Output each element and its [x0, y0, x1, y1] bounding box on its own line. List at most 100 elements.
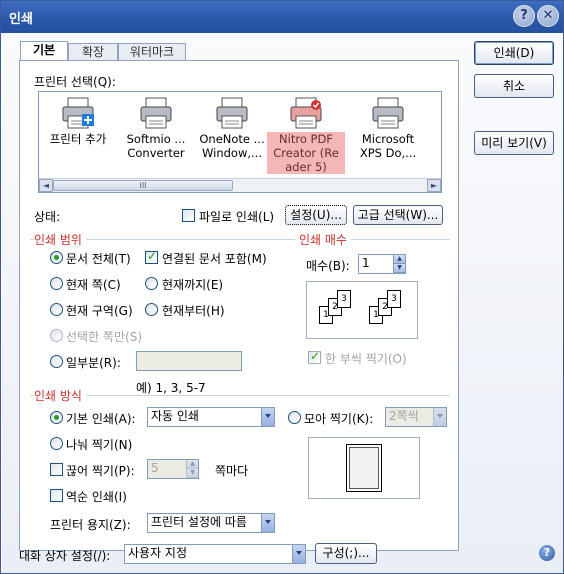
printer-name-line: ader 5): [267, 160, 345, 174]
copies-input[interactable]: 1 ▲ ▼: [358, 254, 406, 274]
collate-page: 3: [337, 290, 351, 308]
config-button[interactable]: 구성(;)...: [315, 543, 377, 564]
interval-checkbox[interactable]: [50, 463, 63, 476]
window-title: 인쇄: [9, 12, 33, 27]
range-selection-radio[interactable]: [50, 329, 63, 342]
printer-icon: [288, 96, 324, 130]
spin-up-icon[interactable]: ▲: [394, 255, 405, 264]
method-split-radio[interactable]: [50, 437, 63, 450]
dropdown-arrow-icon[interactable]: [433, 408, 446, 426]
divider: [30, 239, 450, 240]
printer-name-line: Softmio ...: [126, 132, 186, 146]
page-preview: [346, 444, 382, 492]
collate-page: 3: [387, 290, 401, 308]
interval-spinner[interactable]: ▲ ▼: [186, 460, 198, 478]
pages-example: 예) 1, 3, 5-7: [136, 381, 206, 395]
paper-value: 프린터 설정에 따름: [151, 515, 247, 529]
range-current-page-radio[interactable]: [50, 277, 63, 290]
copies-title: 인쇄 매수: [295, 231, 351, 248]
method-normal-label: 기본 인쇄(A):: [66, 412, 136, 426]
cancel-button[interactable]: 취소: [474, 74, 554, 98]
printer-icon: [370, 96, 406, 130]
range-all-radio[interactable]: [50, 251, 63, 264]
reverse-checkbox[interactable]: [50, 489, 63, 502]
layout-preview: [308, 437, 420, 499]
preview-button[interactable]: 미리 보기(V): [474, 131, 554, 155]
page-preview-inner: [349, 447, 379, 489]
range-current-section-label: 현재 구역(G): [66, 304, 133, 318]
printer-select-label: 프린터 선택(Q):: [34, 75, 116, 89]
method-normal-select[interactable]: 자동 인쇄: [147, 407, 275, 427]
method-nup-select[interactable]: 2쪽씩: [385, 407, 447, 427]
print-range-title: 인쇄 범위: [34, 231, 86, 248]
range-from-current-radio[interactable]: [145, 303, 158, 316]
printer-icon: [138, 96, 174, 130]
range-to-current-label: 현재까지(E): [162, 278, 224, 292]
help-icon[interactable]: ?: [539, 545, 555, 561]
range-pages-radio[interactable]: [50, 355, 63, 368]
dialog-body: 기본 확장 워터마크 프린터 선택(Q): 프린터 추가 Softmio ... C…: [2, 33, 563, 573]
printer-item[interactable]: MicPrin: [419, 92, 441, 176]
collate-label: 한 부씩 찍기(O): [325, 352, 407, 366]
print-to-file-label: 파일로 인쇄(L): [199, 210, 275, 224]
method-nup-value: 2쪽씩: [389, 409, 419, 423]
method-nup-label: 모아 찍기(K):: [304, 412, 374, 426]
dialog-settings-label: 대화 상자 설정(/):: [19, 549, 111, 563]
include-linked-checkbox[interactable]: [145, 249, 158, 264]
copies-spinner[interactable]: ▲ ▼: [393, 255, 405, 273]
printer-item[interactable]: Microsoft XPS Do,...: [349, 92, 427, 176]
spin-down-icon[interactable]: ▼: [394, 264, 405, 273]
tab-panel: 프린터 선택(Q): 프린터 추가 Softmio ... Converter One…: [19, 60, 459, 551]
dialog-settings-value: 사용자 지정: [128, 546, 188, 560]
pages-input[interactable]: [136, 351, 242, 371]
scroll-left-button[interactable]: ◄: [39, 179, 53, 192]
scroll-right-button[interactable]: ►: [427, 179, 441, 192]
tab-watermark[interactable]: 워터마크: [118, 43, 186, 61]
advanced-button[interactable]: 고급 선택(W)...: [353, 205, 443, 225]
print-to-file-checkbox[interactable]: [182, 209, 195, 222]
printer-item[interactable]: Nitro PDF Creator (Re ader 5): [267, 92, 345, 176]
copies-value: 1: [362, 256, 370, 270]
print-button[interactable]: 인쇄(D): [474, 41, 554, 65]
horizontal-scrollbar[interactable]: ◄ III ►: [39, 178, 441, 192]
range-current-section-radio[interactable]: [50, 303, 63, 316]
method-normal-radio[interactable]: [50, 411, 63, 424]
method-nup-radio[interactable]: [288, 411, 301, 424]
paper-select[interactable]: 프린터 설정에 따름: [147, 513, 275, 533]
printer-item[interactable]: Softmio ... Converter: [117, 92, 195, 176]
scroll-thumb[interactable]: III: [53, 180, 233, 191]
dropdown-arrow-icon[interactable]: [261, 514, 274, 532]
printer-name-line: Prin: [419, 146, 441, 160]
close-button[interactable]: ✕: [537, 5, 559, 27]
spin-down-icon[interactable]: ▼: [187, 469, 198, 478]
printer-list[interactable]: 프린터 추가 Softmio ... Converter OneNote ... Win…: [38, 91, 442, 193]
interval-suffix: 쪽마다: [215, 464, 249, 478]
settings-button[interactable]: 설정(U)...: [285, 205, 347, 225]
tab-basic[interactable]: 기본: [20, 41, 68, 62]
spin-up-icon[interactable]: ▲: [187, 460, 198, 469]
dropdown-arrow-icon[interactable]: [261, 408, 274, 426]
tab-extended[interactable]: 확장: [68, 43, 118, 61]
title-bar: 인쇄 ? ✕: [1, 1, 563, 33]
printer-name-line: Converter: [127, 146, 185, 160]
printer-item[interactable]: 프린터 추가: [39, 92, 117, 176]
range-to-current-radio[interactable]: [145, 277, 158, 290]
printer-name-line: Microsoft: [361, 132, 415, 146]
range-selection-label: 선택한 쪽만(S): [66, 330, 142, 344]
dropdown-arrow-icon[interactable]: [292, 545, 305, 563]
printer-name-line: XPS Do,...: [359, 146, 417, 160]
printer-icon: [214, 96, 250, 130]
interval-input[interactable]: 5 ▲ ▼: [147, 459, 199, 479]
include-linked-label: 연결된 문서 포함(M): [162, 252, 267, 266]
reverse-label: 역순 인쇄(I): [66, 490, 127, 504]
paper-label: 프린터 용지(Z):: [50, 518, 131, 532]
printer-icon: [440, 96, 441, 130]
range-pages-label: 일부분(R):: [66, 356, 121, 370]
range-current-page-label: 현재 쪽(C): [66, 278, 121, 292]
range-all-label: 문서 전체(T): [66, 252, 131, 266]
printer-name-line: Creator (Re: [267, 146, 345, 160]
collate-checkbox[interactable]: [308, 349, 321, 364]
help-title-button[interactable]: ?: [513, 5, 535, 27]
printer-item[interactable]: OneNote ... Window,...: [193, 92, 271, 176]
dialog-settings-select[interactable]: 사용자 지정: [124, 544, 306, 564]
